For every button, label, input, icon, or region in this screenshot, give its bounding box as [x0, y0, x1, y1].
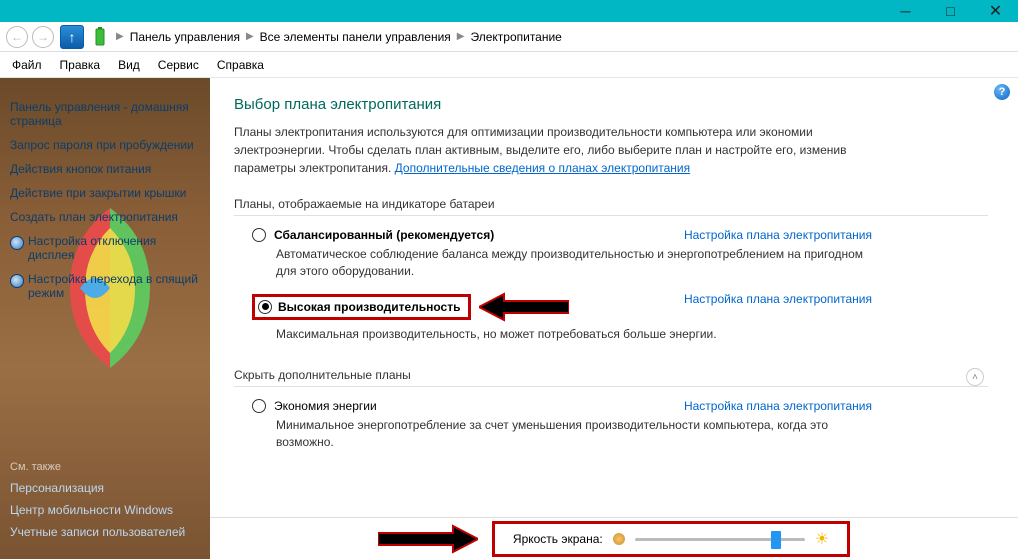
plan-eco-desc: Минимальное энергопотребление за счет ум… — [276, 417, 872, 451]
intro-more-link[interactable]: Дополнительные сведения о планах электро… — [395, 161, 690, 175]
sidebar-display-off-link[interactable]: Настройка отключения дисплея — [10, 234, 200, 262]
plan-power-saver: Экономия энергии Настройка плана электро… — [252, 399, 872, 451]
sun-bright-icon: ☀ — [815, 529, 829, 549]
menu-help[interactable]: Справка — [217, 58, 264, 72]
help-icon[interactable]: ? — [994, 84, 1010, 100]
close-button[interactable]: ✕ — [973, 0, 1018, 22]
sidebar-create-plan-link[interactable]: Создать план электропитания — [10, 210, 200, 224]
up-button[interactable]: ↑ — [60, 25, 84, 49]
minimize-button[interactable]: ─ — [883, 0, 928, 22]
sidebar-personalization-link[interactable]: Персонализация — [10, 481, 200, 495]
sidebar-home-link[interactable]: Панель управления - домашняя страница — [10, 100, 200, 128]
intro-text: Планы электропитания используются для оп… — [234, 123, 854, 177]
plan-balanced-desc: Автоматическое соблюдение баланса между … — [276, 246, 872, 280]
section-hide-label: Скрыть дополнительные планы — [234, 368, 411, 382]
annotation-highlight-brightness: Яркость экрана: ☀ — [492, 521, 850, 557]
sidebar-see-also-heading: См. также — [10, 461, 200, 473]
chevron-right-icon: ▶ — [116, 31, 124, 42]
forward-button[interactable]: → — [32, 26, 54, 48]
footer-brightness-bar: Яркость экрана: ☀ — [210, 517, 1018, 559]
navigation-bar: ← → ↑ ▶ Панель управления ▶ Все элементы… — [0, 22, 1018, 52]
breadcrumb-item[interactable]: Панель управления — [130, 30, 240, 44]
breadcrumb-item[interactable]: Электропитание — [470, 30, 561, 44]
plan-high-settings-link[interactable]: Настройка плана электропитания — [684, 292, 872, 306]
brightness-slider[interactable] — [635, 532, 805, 546]
sidebar: Панель управления - домашняя страница За… — [0, 78, 210, 559]
radio-power-saver[interactable] — [252, 399, 266, 413]
annotation-arrow-left-icon — [479, 292, 569, 322]
sidebar-sleep-link[interactable]: Настройка перехода в спящий режим — [10, 272, 200, 300]
plan-balanced-name: Сбалансированный (рекомендуется) — [274, 228, 494, 242]
menu-service[interactable]: Сервис — [158, 58, 199, 72]
sidebar-mobility-link[interactable]: Центр мобильности Windows — [10, 503, 200, 517]
annotation-arrow-right-icon — [378, 524, 478, 554]
sidebar-lid-action-link[interactable]: Действие при закрытии крышки — [10, 186, 200, 200]
plan-balanced-settings-link[interactable]: Настройка плана электропитания — [684, 228, 872, 242]
sidebar-accounts-link[interactable]: Учетные записи пользователей — [10, 525, 200, 539]
plan-eco-settings-link[interactable]: Настройка плана электропитания — [684, 399, 872, 413]
brightness-label: Яркость экрана: — [513, 532, 603, 546]
chevron-right-icon: ▶ — [246, 31, 254, 42]
section-hide-additional[interactable]: Скрыть дополнительные планы ˄ — [234, 368, 988, 387]
plan-high-name: Высокая производительность — [278, 300, 460, 314]
main-content: ? Выбор плана электропитания Планы элект… — [210, 78, 1018, 559]
breadcrumb-item[interactable]: Все элементы панели управления — [260, 30, 451, 44]
menu-file[interactable]: Файл — [12, 58, 42, 72]
window-titlebar: ─ □ ✕ — [0, 0, 1018, 22]
battery-icon — [92, 26, 108, 48]
menu-view[interactable]: Вид — [118, 58, 140, 72]
annotation-highlight-box: Высокая производительность — [252, 294, 471, 320]
maximize-button[interactable]: □ — [928, 0, 973, 22]
back-button[interactable]: ← — [6, 26, 28, 48]
section-battery-plans: Планы, отображаемые на индикаторе батаре… — [234, 197, 988, 216]
menu-bar: Файл Правка Вид Сервис Справка — [0, 52, 1018, 78]
sun-dim-icon — [613, 533, 625, 545]
plan-eco-name: Экономия энергии — [274, 399, 377, 413]
radio-high-performance[interactable] — [258, 300, 272, 314]
sidebar-power-buttons-link[interactable]: Действия кнопок питания — [10, 162, 200, 176]
plan-balanced: Сбалансированный (рекомендуется) Настрой… — [252, 228, 872, 280]
plan-high-desc: Максимальная производительность, но може… — [276, 326, 872, 343]
breadcrumb: ▶ Панель управления ▶ Все элементы панел… — [116, 30, 1012, 44]
radio-balanced[interactable] — [252, 228, 266, 242]
page-title: Выбор плана электропитания — [234, 96, 988, 113]
chevron-right-icon: ▶ — [457, 31, 465, 42]
sidebar-wake-password-link[interactable]: Запрос пароля при пробуждении — [10, 138, 200, 152]
chevron-up-icon[interactable]: ˄ — [966, 368, 984, 386]
menu-edit[interactable]: Правка — [60, 58, 101, 72]
plan-high-performance: Высокая производительность Настройка пла… — [252, 292, 872, 343]
